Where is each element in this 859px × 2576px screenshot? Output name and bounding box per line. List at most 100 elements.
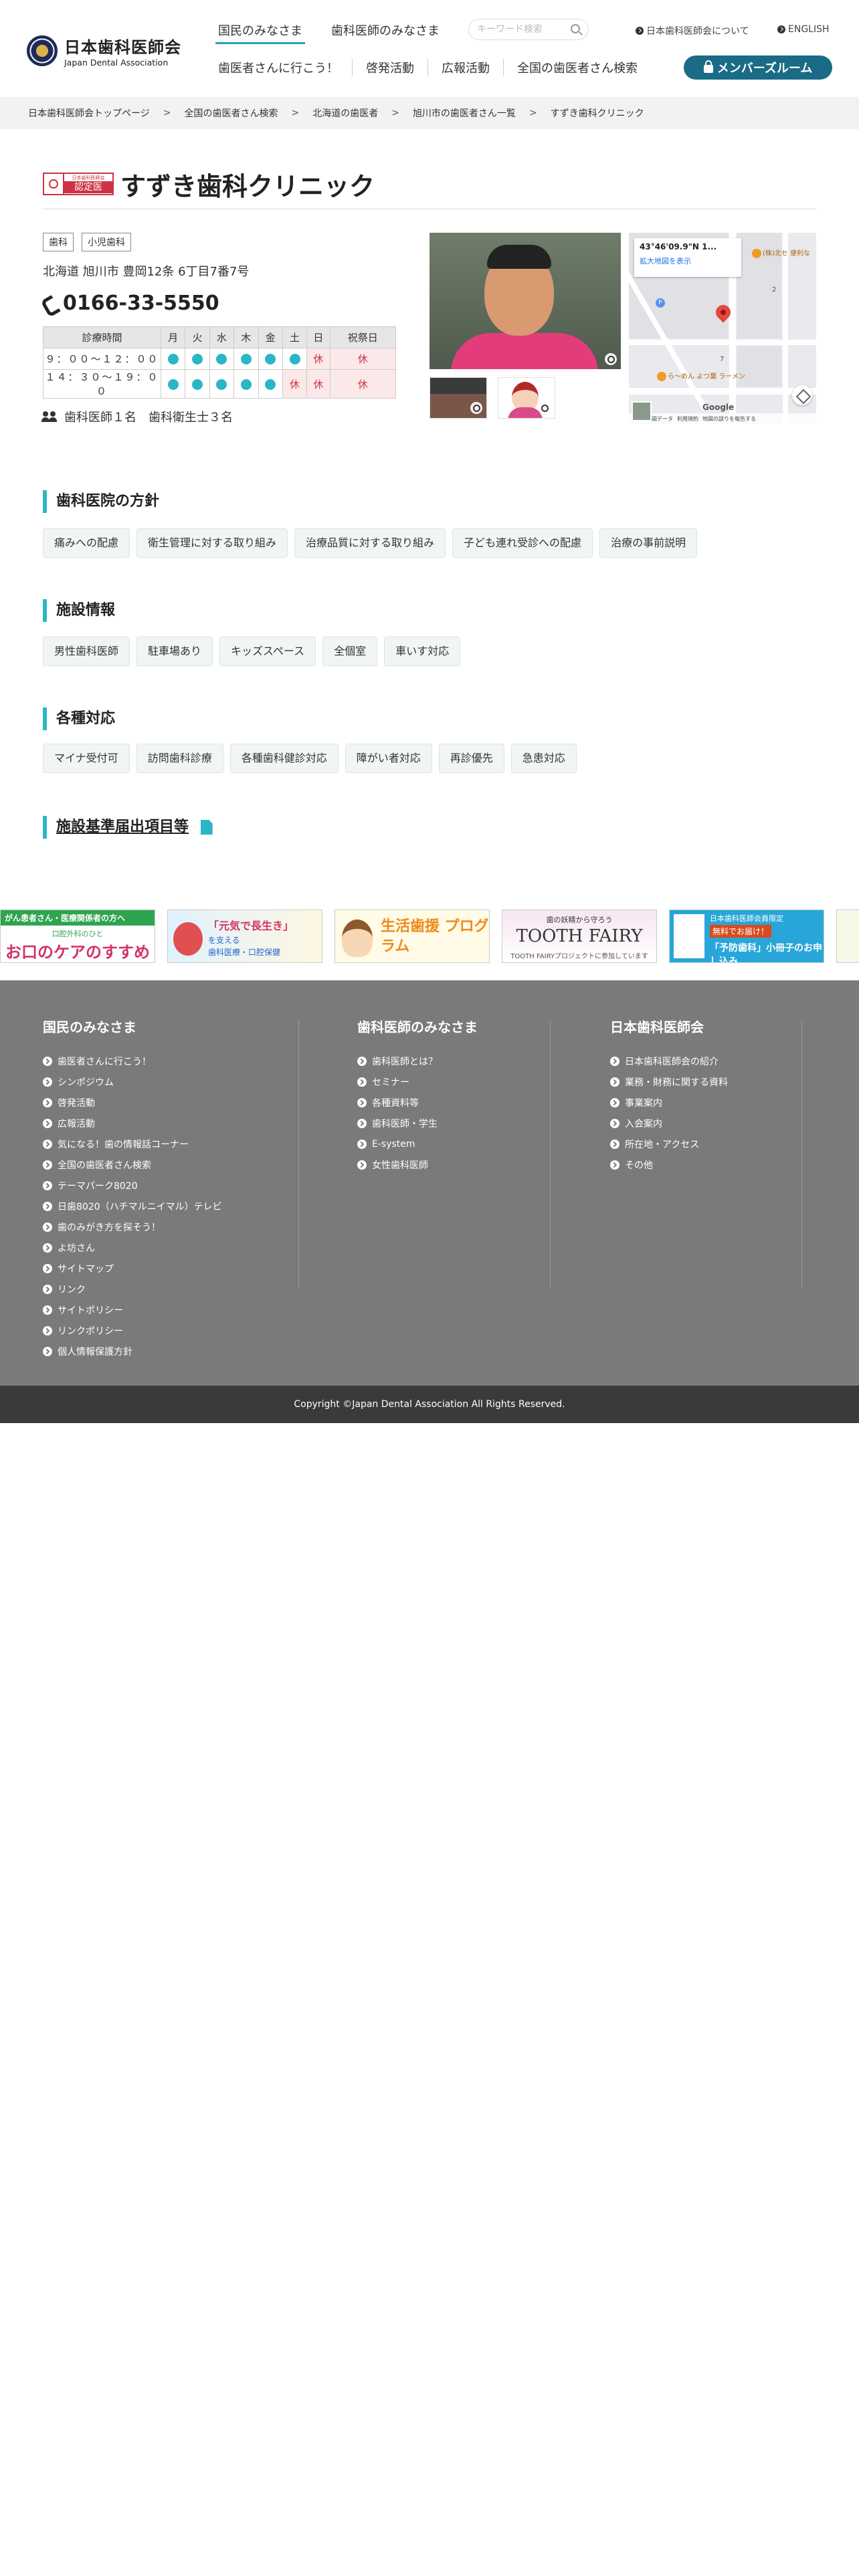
arrow-circle-icon bbox=[43, 1077, 52, 1087]
map-terms-link[interactable]: 利用規約 bbox=[677, 415, 698, 423]
subnav-pr[interactable]: 広報活動 bbox=[427, 59, 503, 76]
footer-link[interactable]: 入会案内 bbox=[610, 1113, 858, 1134]
arrow-circle-icon bbox=[43, 1056, 52, 1066]
footer-link[interactable]: その他 bbox=[610, 1154, 858, 1175]
breadcrumb-top[interactable]: 日本歯科医師会トップページ bbox=[28, 106, 150, 120]
footer-column-dentists: 歯科医師のみなさま 歯科医師とは？ セミナー 各種資料等 歯科医師・学生 E-s… bbox=[357, 1016, 605, 1175]
standards-heading-link[interactable]: 施設基準届出項目等 bbox=[43, 816, 213, 839]
hours-day-cell bbox=[209, 348, 235, 370]
subnav-awareness[interactable]: 啓発活動 bbox=[352, 59, 427, 76]
arrow-circle-icon bbox=[357, 1160, 367, 1170]
breadcrumb-asahikawa[interactable]: 旭川市の歯医者さん一覧 bbox=[413, 106, 516, 120]
footer-link[interactable]: 日本歯科医師会の紹介 bbox=[610, 1051, 858, 1071]
clinic-exterior-thumbnail[interactable] bbox=[430, 377, 487, 419]
zoom-icon[interactable] bbox=[605, 353, 617, 365]
breadcrumb-separator: > bbox=[529, 108, 537, 118]
banner-longevity-sub: を支える bbox=[208, 936, 240, 945]
map-enlarge-link[interactable]: 拡大地図を表示 bbox=[640, 255, 736, 266]
policy-tag: 子ども連れ受診への配慮 bbox=[452, 528, 593, 558]
open-dot-icon bbox=[167, 379, 179, 390]
office-hours-table: 診療時間 月 火 水 木 金 土 日 祝祭日 ９：００〜１２：００ 休 休 １４… bbox=[43, 326, 397, 399]
footer-link[interactable]: よ坊さん bbox=[43, 1237, 290, 1258]
footer-link[interactable]: 所在地・アクセス bbox=[610, 1134, 858, 1154]
dentist-photo[interactable] bbox=[430, 233, 621, 369]
banner-longevity[interactable]: 「元気で長生き」 を支える 歯科医療・口腔保健 bbox=[167, 909, 322, 963]
map-report-link[interactable]: 地図の誤りを報告する bbox=[702, 415, 756, 423]
footer-link-label: E-system bbox=[372, 1138, 415, 1150]
support-tag: 障がい者対応 bbox=[345, 744, 432, 773]
facility-tag: 男性歯科医師 bbox=[43, 637, 130, 666]
certification-issuer: 日本歯科医師会 bbox=[72, 175, 105, 181]
footer-link[interactable]: 歯科医師とは？ bbox=[357, 1051, 605, 1071]
parking-icon[interactable]: P bbox=[656, 298, 665, 308]
footer-link[interactable]: 歯医者さんに行こう！ bbox=[43, 1051, 290, 1071]
footer-column-public: 国民のみなさま 歯医者さんに行こう！ シンポジウム 啓発活動 広報活動 気になる… bbox=[43, 1016, 290, 1362]
members-room-button[interactable]: メンバーズルーム bbox=[684, 56, 832, 80]
hours-day-cell: 休 bbox=[329, 348, 397, 370]
footer-link[interactable]: 啓発活動 bbox=[43, 1092, 290, 1113]
search-icon[interactable] bbox=[571, 24, 580, 33]
footer-link[interactable]: シンポジウム bbox=[43, 1071, 290, 1092]
specialty-tag: 歯科 bbox=[43, 233, 74, 251]
footer-link[interactable]: 気になる！歯の情報話コーナー bbox=[43, 1134, 290, 1154]
shop-poi-icon[interactable] bbox=[752, 249, 761, 258]
google-map[interactable]: P (株)北セ 便利な ら～めん よつ葉 ラーメン 2 7 43°46'09.9… bbox=[629, 233, 816, 424]
google-logo: Google bbox=[702, 403, 735, 412]
search-input[interactable] bbox=[477, 24, 564, 35]
map-fullscreen-icon[interactable] bbox=[792, 385, 812, 405]
policy-tag: 痛みへの配慮 bbox=[43, 528, 130, 558]
banner-oral-care[interactable]: がん患者さん・医療関係者の方へ 口腔外科のひと お口のケアのすすめ bbox=[0, 909, 155, 963]
footer-link[interactable]: 広報活動 bbox=[43, 1113, 290, 1134]
tab-public[interactable]: 国民のみなさま bbox=[215, 21, 305, 44]
clinic-address: 北海道 旭川市 豊岡12条 6丁目7番7号 bbox=[43, 265, 250, 279]
footer-link[interactable]: リンク bbox=[43, 1279, 290, 1299]
subnav-visit-dentist[interactable]: 歯医者さんに行こう！ bbox=[218, 59, 352, 76]
arrow-circle-icon bbox=[43, 1180, 52, 1190]
arrow-circle-icon bbox=[43, 1139, 52, 1149]
footer-link[interactable]: E-system bbox=[357, 1134, 605, 1154]
certification-emblem-icon bbox=[44, 174, 64, 194]
certification-label: 認定医 bbox=[64, 181, 112, 193]
page-title: すずき歯科クリニック bbox=[120, 172, 375, 201]
tab-dentists[interactable]: 歯科医師のみなさま bbox=[331, 21, 440, 39]
subnav-dentist-search[interactable]: 全国の歯医者さん検索 bbox=[503, 59, 651, 76]
about-link[interactable]: 日本歯科医師会について bbox=[636, 24, 749, 37]
map-satellite-toggle[interactable] bbox=[632, 401, 652, 421]
footer-link[interactable]: 歯のみがき方を探そう！ bbox=[43, 1216, 290, 1237]
banner-longevity-title: 「元気で長生き」 bbox=[208, 920, 294, 932]
footer-link[interactable]: リンクポリシー bbox=[43, 1320, 290, 1341]
footer-link[interactable]: 事業案内 bbox=[610, 1092, 858, 1113]
banner-tooth-fairy[interactable]: 歯の妖精から守ろう TOOTH FAIRY TOOTH FAIRYプロジェクトに… bbox=[502, 909, 657, 963]
breadcrumb-hokkaido[interactable]: 北海道の歯医者 bbox=[312, 106, 378, 120]
restaurant-poi-icon[interactable] bbox=[657, 372, 666, 381]
footer-link[interactable]: 女性歯科医師 bbox=[357, 1154, 605, 1175]
footer-link[interactable]: セミナー bbox=[357, 1071, 605, 1092]
footer-link[interactable]: サイトマップ bbox=[43, 1258, 290, 1279]
footer-link[interactable]: 業務・財務に関する資料 bbox=[610, 1071, 858, 1092]
clinic-phone[interactable]: 0166-33-5550 bbox=[43, 292, 219, 315]
footer-link[interactable]: 個人情報保護方針 bbox=[43, 1341, 290, 1362]
zoom-icon[interactable] bbox=[470, 402, 482, 414]
booklet-icon bbox=[674, 914, 704, 958]
banner-partial[interactable] bbox=[836, 909, 859, 963]
footer-link[interactable]: 日歯8020（ハチマルニイマル）テレビ bbox=[43, 1196, 290, 1216]
cartoon-body bbox=[508, 407, 543, 418]
footer-link[interactable]: サイトポリシー bbox=[43, 1299, 290, 1320]
footer-link[interactable]: 全国の歯医者さん検索 bbox=[43, 1154, 290, 1175]
footer-link[interactable]: 歯科医師・学生 bbox=[357, 1113, 605, 1134]
about-link-label: 日本歯科医師会について bbox=[646, 26, 749, 37]
footer-link[interactable]: テーマパーク8020 bbox=[43, 1175, 290, 1196]
breadcrumb-search[interactable]: 全国の歯医者さん検索 bbox=[184, 106, 278, 120]
footer-link[interactable]: 各種資料等 bbox=[357, 1092, 605, 1113]
footer-link-label: 気になる！歯の情報話コーナー bbox=[58, 1139, 189, 1150]
map-info-card: 43°46'09.9"N 1... 拡大地図を表示 bbox=[634, 238, 741, 277]
arrow-circle-icon bbox=[43, 1201, 52, 1211]
banner-prevention-booklet[interactable]: 日本歯科医師会員限定 無料でお届け！ 「予防歯科」小冊子のお申し込み bbox=[669, 909, 824, 963]
facility-tags: 男性歯科医師 駐車場あり キッズスペース 全個室 車いす対応 bbox=[43, 637, 461, 666]
clinic-character-thumbnail[interactable] bbox=[498, 377, 555, 419]
arrow-circle-icon bbox=[43, 1346, 52, 1356]
english-link[interactable]: ENGLISH bbox=[777, 24, 830, 35]
zoom-icon[interactable] bbox=[539, 402, 551, 414]
banner-life-support-program[interactable]: 生活歯援 プログラム bbox=[335, 909, 490, 963]
site-logo[interactable]: 日本歯科医師会 Japan Dental Association bbox=[27, 33, 187, 68]
